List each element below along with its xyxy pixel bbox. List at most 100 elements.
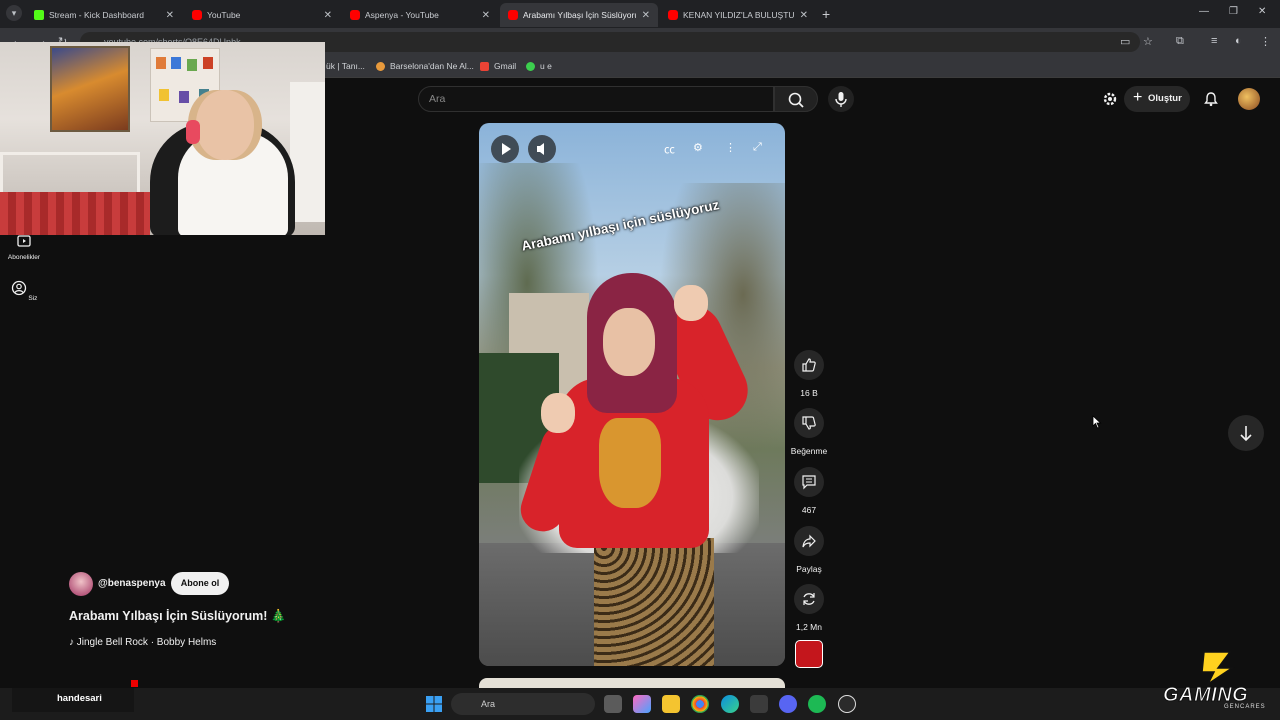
account-avatar[interactable] — [1238, 88, 1260, 110]
share-button[interactable]: Paylaş — [789, 526, 829, 574]
more-options-icon[interactable]: ⋮ — [725, 141, 736, 154]
next-short-button[interactable] — [1228, 415, 1264, 451]
close-icon[interactable]: ✕ — [642, 10, 650, 21]
plus-icon: + — [1133, 89, 1143, 106]
remix-button[interactable]: 1,2 Mn — [789, 584, 829, 632]
copilot-icon[interactable] — [633, 695, 651, 713]
window-close-icon[interactable]: ✕ — [1258, 6, 1266, 17]
share-icon — [802, 534, 816, 548]
kick-icon — [34, 10, 44, 20]
voice-search-button[interactable] — [828, 86, 854, 112]
minimize-icon[interactable]: — — [1199, 6, 1209, 17]
profile-icon[interactable]: ◐ — [1235, 35, 1242, 47]
task-view-icon[interactable] — [604, 695, 622, 713]
discord-icon[interactable] — [779, 695, 797, 713]
tab-aspenya[interactable]: Aspenya - YouTube ✕ — [342, 3, 498, 27]
streamer-webcam — [0, 42, 325, 235]
fullscreen-icon[interactable]: ⤢ — [753, 141, 762, 154]
live-indicator-icon — [131, 680, 138, 687]
bed — [0, 192, 150, 235]
close-icon[interactable]: ✕ — [800, 10, 808, 21]
comments-button[interactable]: 467 — [789, 467, 829, 515]
cast-gear-icon[interactable] — [1102, 91, 1118, 107]
sidebar-item-label: Siz — [28, 295, 38, 302]
steam-icon[interactable] — [838, 695, 856, 713]
tab-search-icon[interactable]: ▾ — [6, 5, 22, 21]
tab-title: Arabamı Yılbaşı İçin Süslüyorum! — [523, 10, 636, 20]
bookmark-label: Barselona'dan Ne Al... — [390, 61, 474, 71]
next-short-preview[interactable] — [479, 678, 785, 688]
bookmark-item[interactable]: u e — [526, 61, 552, 71]
close-icon[interactable]: ✕ — [324, 10, 332, 21]
bookmark-star-icon[interactable]: ☆ — [1143, 35, 1153, 48]
tab-kenan[interactable]: KENAN YILDIZ'LA BULUŞTUM ✕ — [660, 3, 816, 27]
comment-icon — [802, 475, 816, 490]
search-button[interactable] — [774, 86, 818, 112]
remix-count: 1,2 Mn — [796, 622, 822, 632]
bookmark-item[interactable]: ük | Tanı... — [326, 61, 365, 71]
volume-button[interactable] — [528, 135, 556, 163]
chrome-icon[interactable] — [691, 695, 709, 713]
tab-kick-dashboard[interactable]: Stream - Kick Dashboard ✕ — [26, 3, 182, 27]
youtube-icon — [668, 10, 678, 20]
sidebar-item-you[interactable]: Siz — [0, 280, 48, 302]
short-title: Arabamı Yılbaşı İçin Süslüyorum! 🎄 — [69, 609, 287, 623]
wall-painting — [50, 46, 130, 132]
settings-icon[interactable]: ⚙ — [693, 141, 703, 154]
remix-icon — [803, 593, 815, 605]
thumbs-up-icon — [802, 358, 816, 372]
hand — [674, 285, 708, 321]
new-tab-icon[interactable]: + — [822, 6, 830, 22]
store-icon[interactable] — [750, 695, 768, 713]
bookmark-item[interactable]: Barselona'dan Ne Al... — [376, 61, 474, 71]
channel-avatar[interactable] — [69, 572, 93, 596]
arrow-down-icon — [1240, 426, 1252, 442]
channel-handle[interactable]: @benaspenya — [98, 578, 166, 589]
spotify-icon[interactable] — [808, 695, 826, 713]
subscribe-button[interactable]: Abone ol — [171, 572, 229, 595]
sound-thumbnail[interactable] — [795, 640, 823, 668]
captions-icon[interactable]: ㏄ — [664, 141, 675, 157]
tab-title: KENAN YILDIZ'LA BULUŞTUM — [683, 10, 794, 20]
edge-icon[interactable] — [721, 695, 739, 713]
search-input[interactable]: Ara — [418, 86, 774, 112]
music-link[interactable]: ♪ Jingle Bell Rock · Bobby Helms — [69, 637, 216, 648]
search-icon — [788, 92, 804, 108]
like-button[interactable]: 16 B — [789, 350, 829, 398]
sidebar-item-subscriptions[interactable]: Abonelikler — [0, 232, 48, 261]
short-video-player[interactable]: 8 Arabamı yılbaşı için süslüyoruz ㏄ ⚙ ⋮ … — [479, 123, 785, 666]
taskbar-search[interactable]: Ara — [451, 693, 595, 715]
reading-list-icon[interactable]: ≡ — [1211, 35, 1217, 47]
site-icon — [526, 61, 535, 71]
deer-print — [599, 418, 661, 508]
tab-active-short[interactable]: Arabamı Yılbaşı İçin Süslüyorum! ✕ — [500, 3, 658, 27]
extensions-icon[interactable]: ⧉ — [1176, 35, 1184, 48]
bed-frame — [0, 152, 140, 197]
sidebar-item-label: Abonelikler — [7, 254, 41, 261]
streamer-face — [196, 90, 254, 160]
comment-count: 467 — [801, 505, 817, 515]
close-icon[interactable]: ✕ — [166, 10, 174, 21]
bookmark-gmail[interactable]: Gmail — [480, 61, 516, 71]
play-button[interactable] — [491, 135, 519, 163]
tab-title: Stream - Kick Dashboard — [49, 10, 144, 20]
mouse-cursor-icon — [1092, 415, 1102, 429]
close-icon[interactable]: ✕ — [482, 10, 490, 21]
microphone-icon — [835, 92, 847, 107]
menu-icon[interactable]: ⋮ — [1260, 35, 1271, 48]
youtube-icon — [508, 10, 518, 20]
volume-icon — [537, 143, 544, 155]
windows-start-icon[interactable] — [426, 696, 442, 712]
youtube-icon — [192, 10, 202, 20]
dislike-label: Beğenme — [790, 446, 828, 456]
dislike-button[interactable]: Beğenme — [789, 408, 829, 456]
site-icon — [376, 61, 385, 71]
streamer-handle: handesari — [57, 693, 102, 704]
file-explorer-icon[interactable] — [662, 695, 680, 713]
cast-icon[interactable]: ▭ — [1120, 35, 1130, 48]
youtube-icon — [350, 10, 360, 20]
notifications-bell-icon[interactable] — [1203, 91, 1219, 107]
brand-logo-subtext: GENCARES — [1224, 704, 1266, 710]
tab-youtube[interactable]: YouTube ✕ — [184, 3, 340, 27]
restore-icon[interactable]: ❐ — [1229, 6, 1238, 17]
